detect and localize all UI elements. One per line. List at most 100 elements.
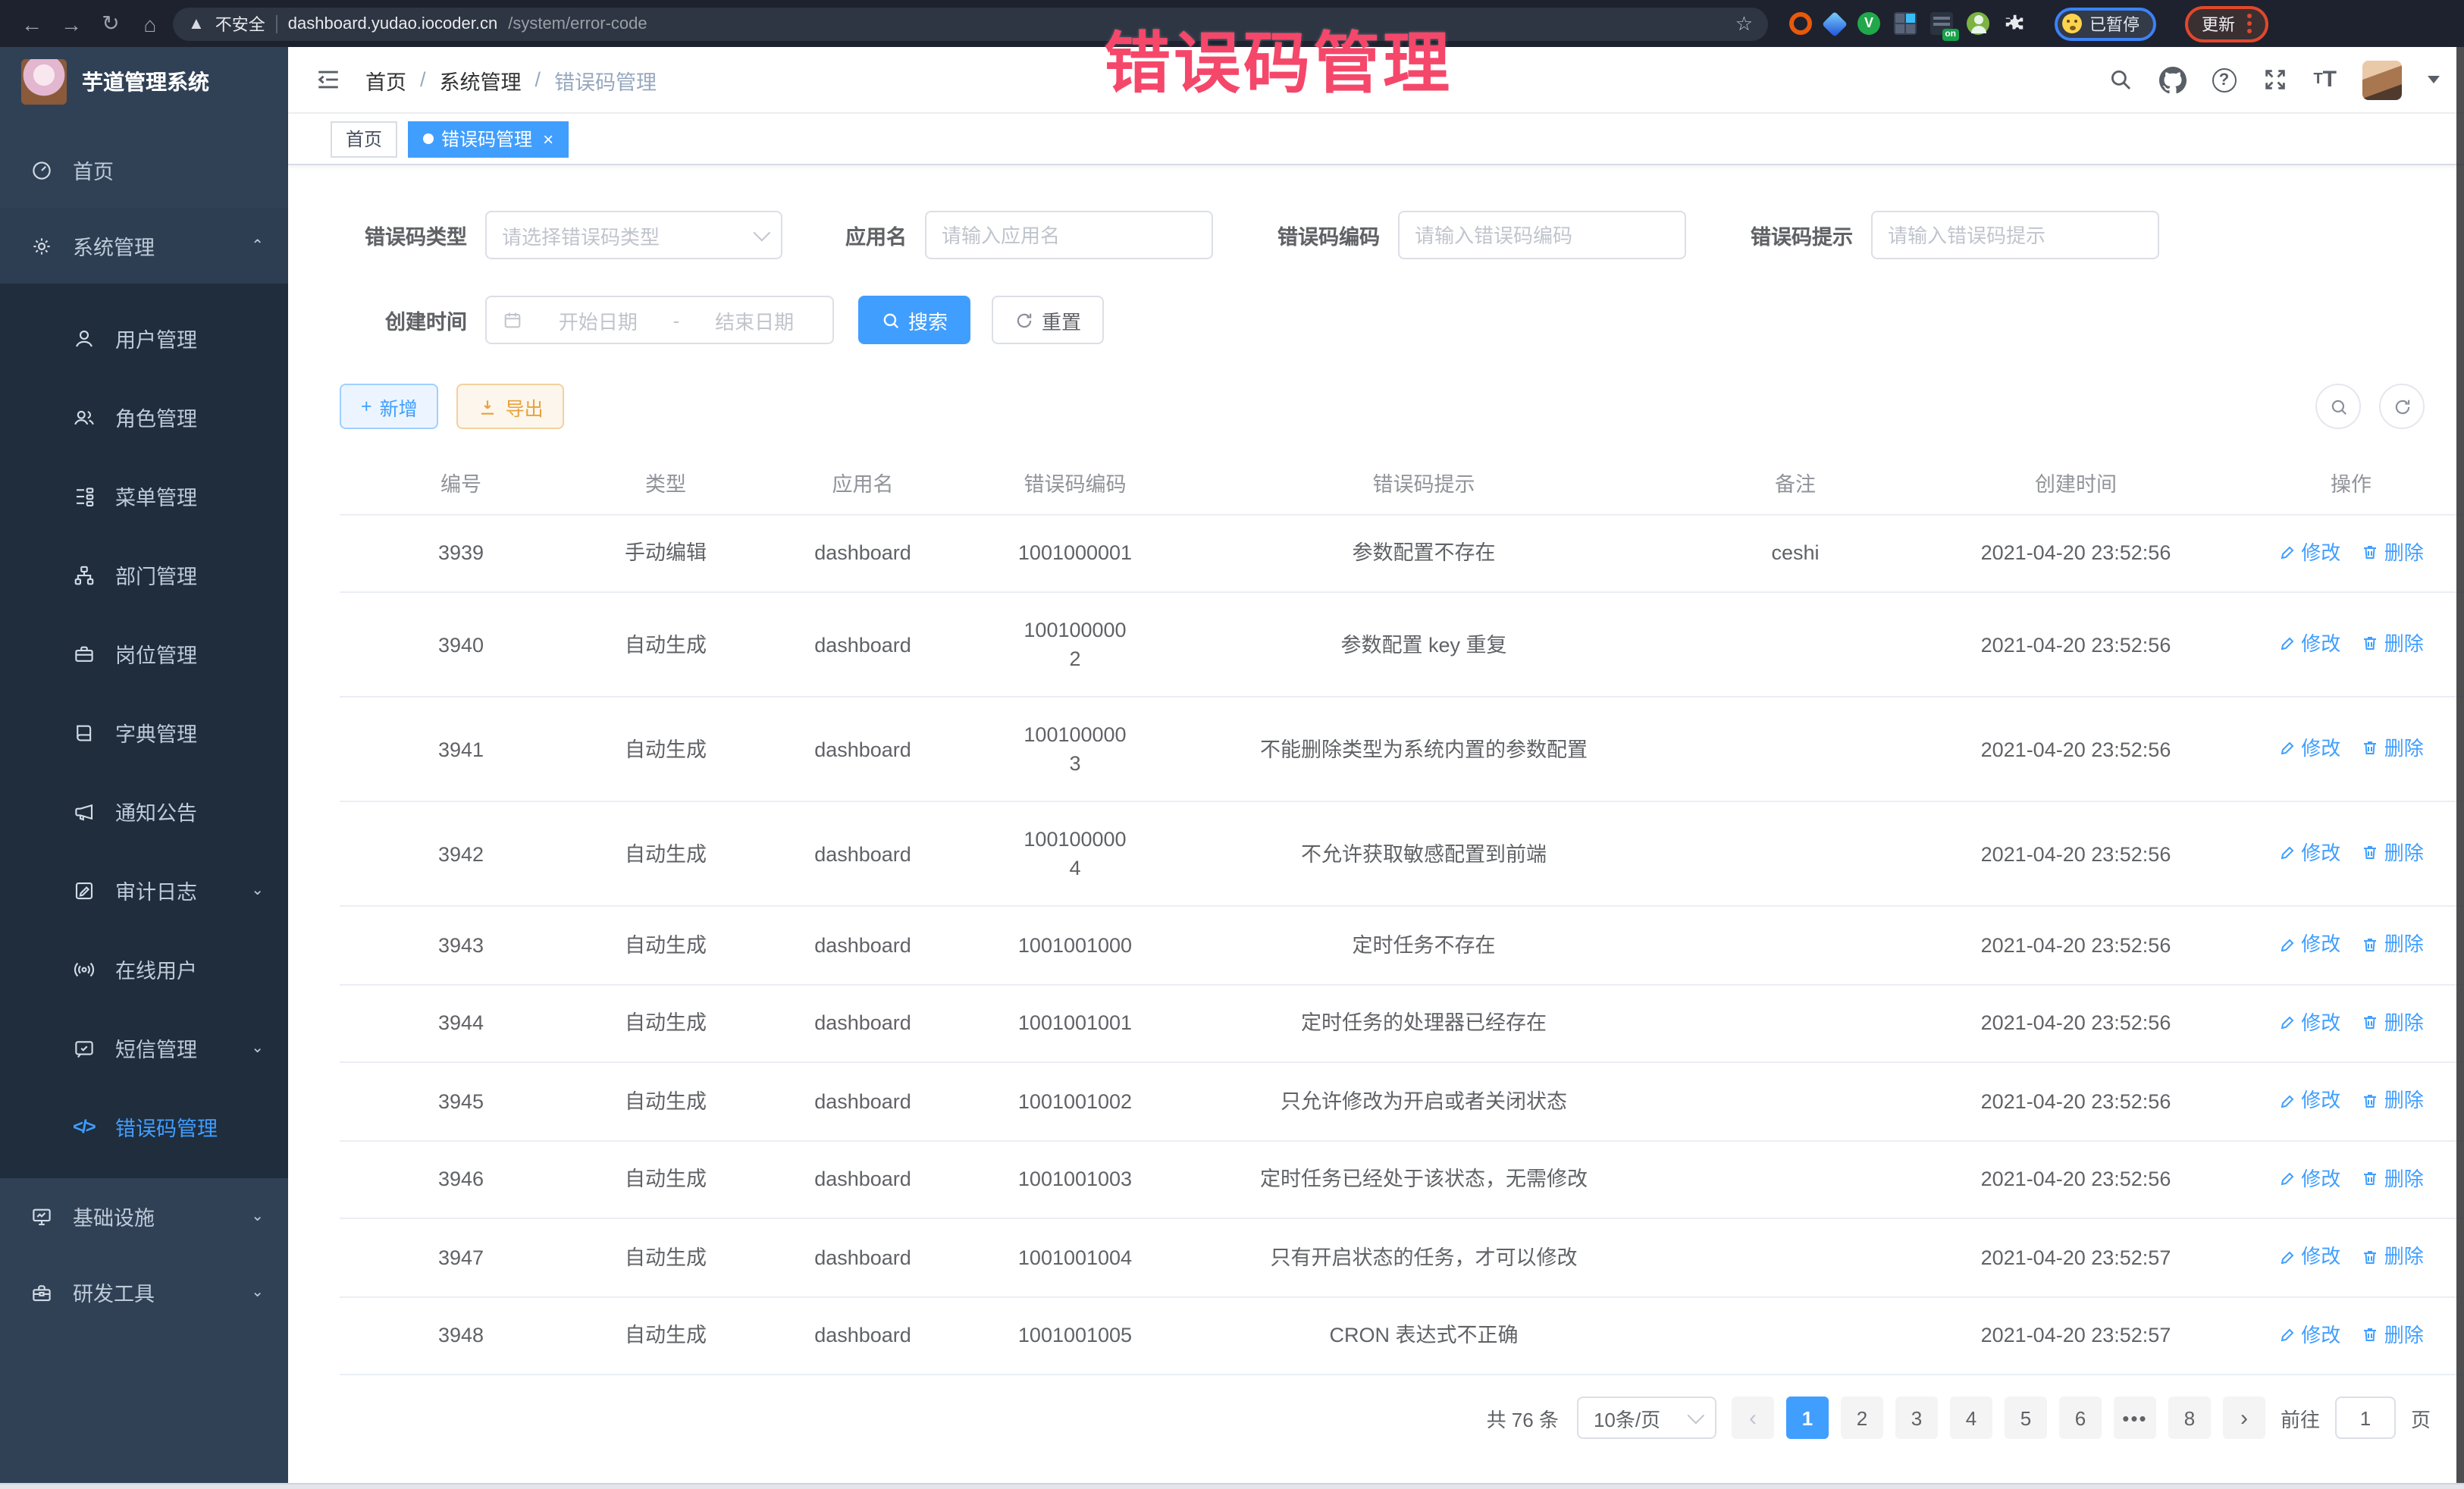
- sidebar-item-departments[interactable]: 部门管理: [0, 535, 288, 614]
- edit-link[interactable]: 修改: [2278, 629, 2340, 658]
- edit-link[interactable]: 修改: [2278, 839, 2340, 867]
- browser-home-icon[interactable]: ⌂: [133, 11, 167, 36]
- font-size-icon[interactable]: TT: [2313, 67, 2337, 92]
- extensions-puzzle-icon[interactable]: [2003, 12, 2026, 35]
- sidebar-item-notice[interactable]: 通知公告: [0, 772, 288, 851]
- extension-orange-ring-icon[interactable]: [1789, 12, 1812, 35]
- sidebar-item-menus[interactable]: 菜单管理: [0, 456, 288, 535]
- page-button-5[interactable]: 5: [2005, 1397, 2047, 1439]
- sidebar-item-audit-log[interactable]: 审计日志 ⌄: [0, 851, 288, 929]
- fullscreen-icon[interactable]: [2262, 67, 2287, 92]
- page-button-6[interactable]: 6: [2059, 1397, 2102, 1439]
- sidebar-item-dict[interactable]: 字典管理: [0, 693, 288, 772]
- reset-button[interactable]: 重置: [992, 296, 1104, 344]
- sidebar-item-users[interactable]: 用户管理: [0, 299, 288, 378]
- delete-link[interactable]: 删除: [2362, 734, 2424, 763]
- search-icon[interactable]: [2107, 67, 2133, 92]
- tab-label: 错误码管理: [441, 126, 532, 152]
- page-button-2[interactable]: 2: [1841, 1397, 1883, 1439]
- page-button-8[interactable]: 8: [2168, 1397, 2211, 1439]
- cell-code: 1001001002: [977, 1062, 1174, 1140]
- page-button-3[interactable]: 3: [1895, 1397, 1938, 1439]
- delete-link[interactable]: 删除: [2362, 1086, 2424, 1114]
- add-button[interactable]: + 新增: [340, 384, 439, 429]
- delete-link[interactable]: 删除: [2362, 839, 2424, 867]
- edit-link[interactable]: 修改: [2278, 1242, 2340, 1271]
- sidebar-item-infra[interactable]: 基础设施 ⌄: [0, 1178, 288, 1254]
- cell-id: 3939: [340, 514, 582, 592]
- tab-error-code[interactable]: 错误码管理 ×: [408, 121, 569, 157]
- edit-link[interactable]: 修改: [2278, 1320, 2340, 1349]
- address-bar[interactable]: ▲ 不安全 dashboard.yudao.iocoder.cn/system/…: [173, 7, 1768, 40]
- browser-update-button[interactable]: 更新: [2185, 5, 2268, 42]
- edit-link[interactable]: 修改: [2278, 929, 2340, 958]
- sidebar-item-home[interactable]: 首页: [0, 132, 288, 208]
- extension-blue-gem-icon[interactable]: [1822, 11, 1848, 36]
- type-select[interactable]: 请选择错误码类型: [485, 211, 782, 259]
- profile-paused-badge[interactable]: 已暂停: [2055, 7, 2156, 40]
- page-size-select[interactable]: 10条/页: [1577, 1397, 1716, 1439]
- sidebar-item-error-code[interactable]: </> 错误码管理: [0, 1087, 288, 1166]
- delete-link[interactable]: 删除: [2362, 538, 2424, 566]
- github-icon[interactable]: [2158, 66, 2186, 93]
- browser-menu-kebab-icon[interactable]: [2247, 14, 2252, 33]
- delete-link[interactable]: 删除: [2362, 1164, 2424, 1193]
- monitor-icon: [30, 1205, 55, 1227]
- browser-reload-icon[interactable]: ↻: [94, 11, 127, 36]
- extension-green-v-icon[interactable]: V: [1857, 12, 1880, 35]
- breadcrumb-system[interactable]: 系统管理: [440, 64, 522, 95]
- sidebar-item-posts[interactable]: 岗位管理: [0, 614, 288, 693]
- edit-link[interactable]: 修改: [2278, 734, 2340, 763]
- close-tab-icon[interactable]: ×: [543, 128, 553, 149]
- page-button-4[interactable]: 4: [1950, 1397, 1992, 1439]
- extension-switch-icon[interactable]: on: [1930, 12, 1953, 35]
- extension-grid-icon[interactable]: [1894, 12, 1917, 35]
- logo[interactable]: 芋道管理系统: [0, 47, 288, 117]
- edit-link[interactable]: 修改: [2278, 1086, 2340, 1114]
- edit-link[interactable]: 修改: [2278, 538, 2340, 566]
- avatar[interactable]: [2362, 60, 2402, 99]
- sidebar-item-devtools[interactable]: 研发工具 ⌄: [0, 1254, 288, 1330]
- not-secure-label[interactable]: 不安全: [215, 11, 265, 36]
- date-range-picker[interactable]: 开始日期 - 结束日期: [485, 296, 834, 344]
- msg-input[interactable]: [1888, 224, 2143, 246]
- url-host[interactable]: dashboard.yudao.iocoder.cn: [288, 14, 497, 33]
- help-icon[interactable]: ?: [2212, 67, 2236, 92]
- sidebar-item-roles[interactable]: 角色管理: [0, 378, 288, 456]
- edit-link[interactable]: 修改: [2278, 1164, 2340, 1193]
- show-search-icon-button[interactable]: [2315, 384, 2361, 429]
- sidebar-item-label: 用户管理: [115, 323, 197, 353]
- search-button[interactable]: 搜索: [858, 296, 970, 344]
- prev-page-button[interactable]: ‹: [1732, 1397, 1774, 1439]
- delete-link[interactable]: 删除: [2362, 629, 2424, 658]
- edit-link[interactable]: 修改: [2278, 1008, 2340, 1036]
- collapse-sidebar-icon[interactable]: [315, 67, 341, 92]
- delete-link[interactable]: 删除: [2362, 1320, 2424, 1349]
- export-button[interactable]: 导出: [457, 384, 565, 429]
- next-page-button[interactable]: ›: [2223, 1397, 2265, 1439]
- page-button-1[interactable]: 1: [1786, 1397, 1829, 1439]
- delete-link[interactable]: 删除: [2362, 929, 2424, 958]
- browser-forward-icon[interactable]: →: [55, 11, 88, 36]
- vertical-scrollbar[interactable]: [2456, 47, 2464, 1483]
- refresh-icon-button[interactable]: [2379, 384, 2425, 429]
- code-input[interactable]: [1415, 224, 1669, 246]
- more-pages-button[interactable]: •••: [2114, 1397, 2156, 1439]
- delete-link[interactable]: 删除: [2362, 1242, 2424, 1271]
- extension-green-person-icon[interactable]: [1967, 12, 1989, 35]
- goto-page-input[interactable]: [2335, 1397, 2396, 1439]
- sidebar-item-system[interactable]: 系统管理 ⌃: [0, 208, 288, 284]
- bookmark-star-icon[interactable]: ☆: [1735, 11, 1753, 36]
- browser-back-icon[interactable]: ←: [15, 11, 49, 36]
- code-icon: </>: [73, 1116, 97, 1137]
- sidebar-item-sms[interactable]: 短信管理 ⌄: [0, 1008, 288, 1087]
- sidebar-item-online-users[interactable]: 在线用户: [0, 929, 288, 1008]
- delete-link[interactable]: 删除: [2362, 1008, 2424, 1036]
- breadcrumb-home[interactable]: 首页: [365, 64, 406, 95]
- tab-home[interactable]: 首页: [331, 121, 397, 157]
- app-input[interactable]: [942, 224, 1196, 246]
- cell-remark: [1674, 1062, 1917, 1140]
- horizontal-scrollbar[interactable]: [0, 1483, 2464, 1489]
- avatar-caret-icon[interactable]: [2428, 76, 2440, 83]
- chevron-down-icon: ⌄: [251, 882, 264, 898]
